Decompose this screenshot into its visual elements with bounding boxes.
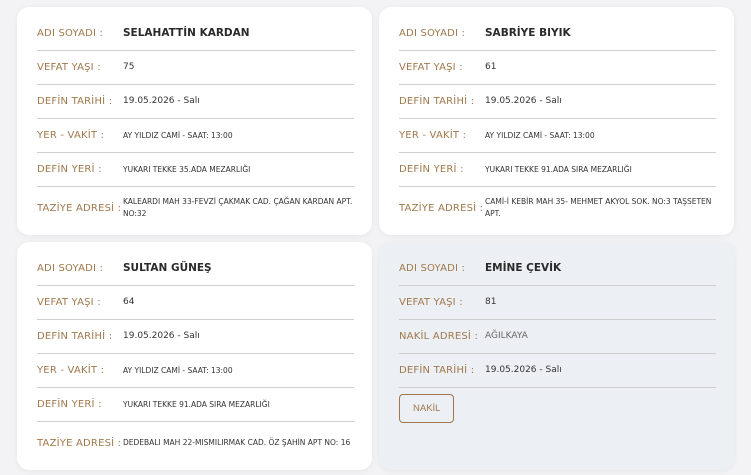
- age-label: VEFAT YAŞI :: [37, 62, 101, 73]
- age-row: VEFAT YAŞI : 64: [37, 286, 354, 320]
- date-value: 19.05.2026 - Salı: [485, 96, 562, 106]
- age-value: 64: [123, 297, 135, 307]
- age-value: 81: [485, 297, 497, 307]
- date-row: DEFİN TARİHİ : 19.05.2026 - Salı: [37, 85, 354, 119]
- condolence-row: TAZİYE ADRESİ : KALEARDI MAH 33-FEVZİ ÇA…: [37, 187, 354, 229]
- age-value: 75: [123, 62, 135, 72]
- age-row: VEFAT YAŞI : 61: [399, 51, 716, 85]
- date-value: 19.05.2026 - Salı: [123, 96, 200, 106]
- date-value: 19.05.2026 - Salı: [485, 365, 562, 375]
- place-time-value: AY YILDIZ CAMİ - SAAT: 13:00: [123, 365, 233, 375]
- name-value: SABRİYE BIYIK: [485, 27, 571, 39]
- name-value: EMİNE ÇEVİK: [485, 262, 562, 274]
- name-row: ADI SOYADI : SULTAN GÜNEŞ: [37, 252, 354, 286]
- condolence-label: TAZİYE ADRESİ :: [399, 202, 484, 214]
- age-value: 61: [485, 62, 497, 72]
- burial-place-label: DEFİN YERİ :: [37, 399, 102, 410]
- transfer-card: ADI SOYADI : EMİNE ÇEVİK VEFAT YAŞI : 81…: [379, 242, 734, 470]
- name-value: SULTAN GÜNEŞ: [123, 262, 212, 274]
- transfer-address-row: NAKİL ADRESİ : AĞILKAYA: [399, 320, 716, 354]
- place-time-value: AY YILDIZ CAMİ - SAAT: 13:00: [485, 130, 595, 140]
- age-row: VEFAT YAŞI : 81: [399, 286, 716, 320]
- place-time-value: AY YILDIZ CAMİ - SAAT: 13:00: [123, 130, 233, 140]
- burial-place-label: DEFİN YERİ :: [399, 164, 464, 175]
- name-label: ADI SOYADI :: [37, 263, 104, 274]
- condolence-row: TAZİYE ADRESİ : DEDEBALI MAH 22-MISMILIR…: [37, 422, 354, 464]
- place-time-row: YER - VAKİT : AY YILDIZ CAMİ - SAAT: 13:…: [399, 119, 716, 153]
- age-label: VEFAT YAŞI :: [399, 297, 463, 308]
- obituary-card: ADI SOYADI : SULTAN GÜNEŞ VEFAT YAŞI : 6…: [17, 242, 372, 470]
- burial-place-row: DEFİN YERİ : YUKARI TEKKE 91.ADA SIRA ME…: [399, 153, 716, 187]
- place-time-row: YER - VAKİT : AY YILDIZ CAMİ - SAAT: 13:…: [37, 354, 354, 388]
- burial-place-value: YUKARI TEKKE 91.ADA SIRA MEZARLIĞI: [123, 399, 270, 409]
- date-label: DEFİN TARİHİ :: [37, 96, 113, 107]
- burial-place-value: YUKARI TEKKE 91.ADA SIRA MEZARLIĞI: [485, 164, 632, 174]
- condolence-value: CAMİ-İ KEBİR MAH 35- MEHMET AKYOL SOK. N…: [485, 197, 712, 218]
- name-label: ADI SOYADI :: [399, 263, 466, 274]
- place-time-row: YER - VAKİT : AY YILDIZ CAMİ - SAAT: 13:…: [37, 119, 354, 153]
- date-label: DEFİN TARİHİ :: [37, 331, 113, 342]
- place-time-label: YER - VAKİT :: [37, 365, 105, 376]
- condolence-value: DEDEBALI MAH 22-MISMILIRMAK CAD. ÖZ ŞAHİ…: [123, 438, 351, 447]
- obituary-card: ADI SOYADI : SABRİYE BIYIK VEFAT YAŞI : …: [379, 7, 734, 235]
- transfer-address-value: AĞILKAYA: [485, 331, 528, 341]
- burial-place-value: YUKARI TEKKE 35.ADA MEZARLIĞI: [123, 164, 251, 174]
- burial-place-row: DEFİN YERİ : YUKARI TEKKE 91.ADA SIRA ME…: [37, 388, 354, 422]
- age-label: VEFAT YAŞI :: [399, 62, 463, 73]
- name-value: SELAHATTİN KARDAN: [123, 27, 250, 39]
- condolence-value: KALEARDI MAH 33-FEVZİ ÇAKMAK CAD. ÇAĞAN …: [123, 197, 353, 218]
- burial-place-label: DEFİN YERİ :: [37, 164, 102, 175]
- name-row: ADI SOYADI : EMİNE ÇEVİK: [399, 252, 716, 286]
- obituary-card: ADI SOYADI : SELAHATTİN KARDAN VEFAT YAŞ…: [17, 7, 372, 235]
- name-label: ADI SOYADI :: [37, 28, 104, 39]
- condolence-label: TAZİYE ADRESİ :: [37, 437, 122, 449]
- transfer-button[interactable]: NAKİL: [399, 394, 455, 423]
- date-label: DEFİN TARİHİ :: [399, 96, 475, 107]
- name-row: ADI SOYADI : SABRİYE BIYIK: [399, 17, 716, 51]
- date-row: DEFİN TARİHİ : 19.05.2026 - Salı: [399, 85, 716, 119]
- name-label: ADI SOYADI :: [399, 28, 466, 39]
- place-time-label: YER - VAKİT :: [37, 130, 105, 141]
- date-label: DEFİN TARİHİ :: [399, 365, 475, 376]
- place-time-label: YER - VAKİT :: [399, 130, 467, 141]
- age-label: VEFAT YAŞI :: [37, 297, 101, 308]
- age-row: VEFAT YAŞI : 75: [37, 51, 354, 85]
- burial-place-row: DEFİN YERİ : YUKARI TEKKE 35.ADA MEZARLI…: [37, 153, 354, 187]
- condolence-row: TAZİYE ADRESİ : CAMİ-İ KEBİR MAH 35- MEH…: [399, 187, 716, 229]
- condolence-label: TAZİYE ADRESİ :: [37, 202, 122, 214]
- date-row: DEFİN TARİHİ : 19.05.2026 - Salı: [37, 320, 354, 354]
- date-value: 19.05.2026 - Salı: [123, 331, 200, 341]
- name-row: ADI SOYADI : SELAHATTİN KARDAN: [37, 17, 354, 51]
- transfer-address-label: NAKİL ADRESİ :: [399, 331, 479, 342]
- date-row: DEFİN TARİHİ : 19.05.2026 - Salı: [399, 354, 716, 388]
